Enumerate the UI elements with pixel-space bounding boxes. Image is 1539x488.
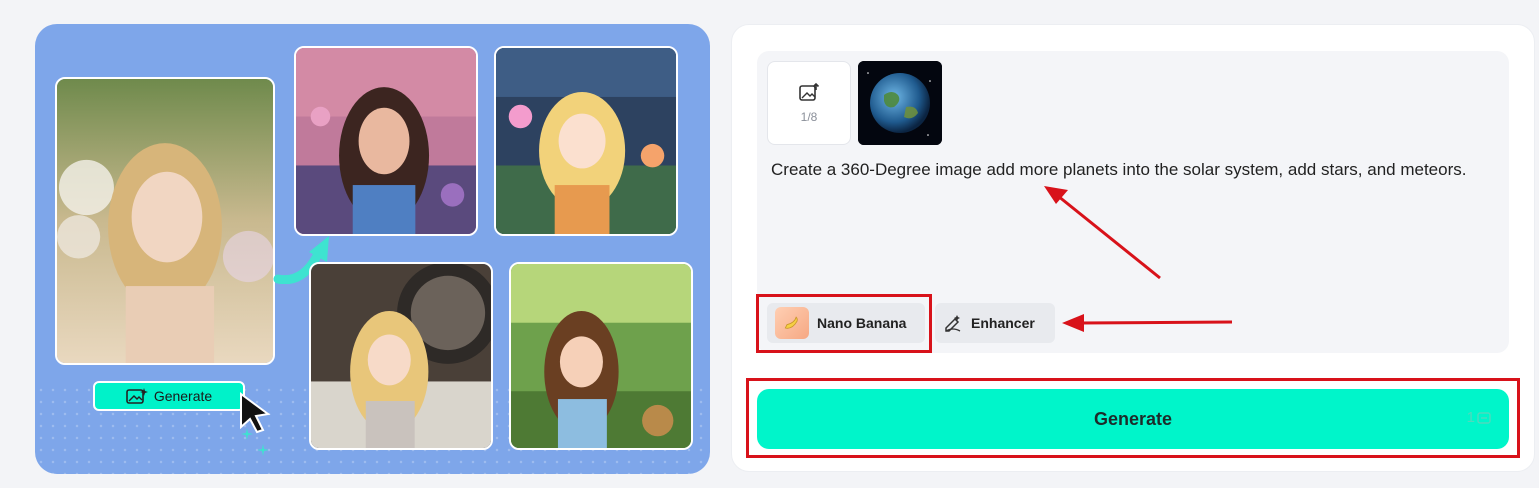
result-photo-anime-girl bbox=[494, 46, 678, 236]
result-photo-princess bbox=[294, 46, 478, 236]
source-photo bbox=[55, 77, 275, 365]
upload-count: 1/8 bbox=[800, 110, 818, 124]
upload-image-button[interactable]: 1/8 bbox=[767, 61, 851, 145]
image-upload-icon bbox=[799, 82, 820, 101]
feature-illustration: Generate bbox=[35, 24, 710, 474]
sparkle-icon bbox=[257, 444, 269, 456]
enhancer-icon bbox=[945, 315, 961, 332]
enhancer-button[interactable]: Enhancer bbox=[935, 303, 1055, 343]
enhancer-label: Enhancer bbox=[971, 315, 1035, 331]
annotation-box-model bbox=[756, 294, 932, 353]
earth-image bbox=[858, 61, 942, 145]
annotation-box-generate bbox=[746, 378, 1520, 458]
illustration-generate-button: Generate bbox=[93, 381, 245, 411]
image-add-icon bbox=[126, 388, 148, 404]
uploaded-image-thumbnail[interactable] bbox=[858, 61, 942, 145]
result-photo-clock-girl bbox=[309, 262, 493, 450]
prompt-textarea[interactable]: Create a 360-Degree image add more plane… bbox=[771, 157, 1491, 183]
sparkle-icon bbox=[241, 428, 253, 440]
result-photo-garden-girl bbox=[509, 262, 693, 450]
illustration-generate-label: Generate bbox=[153, 388, 213, 404]
